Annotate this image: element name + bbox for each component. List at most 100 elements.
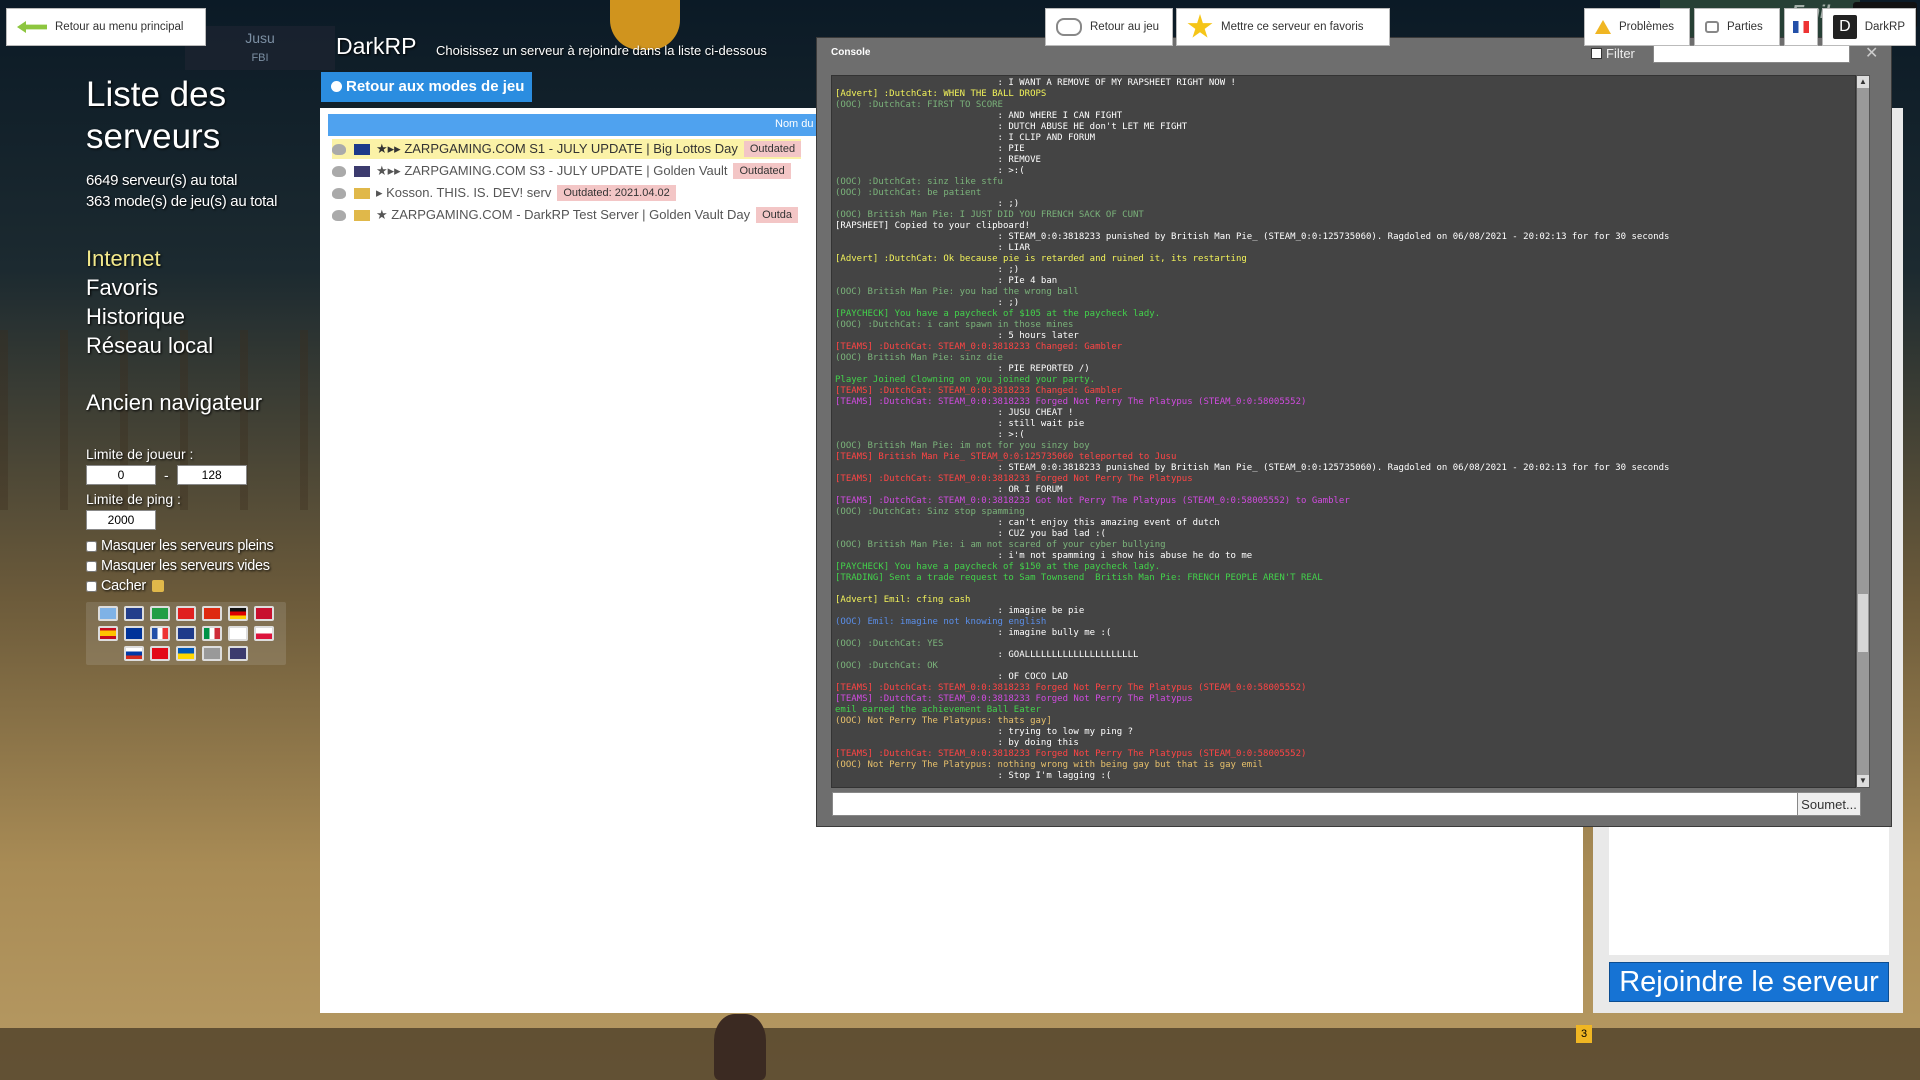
- flag-unknown-icon[interactable]: [202, 646, 222, 661]
- player-max-input[interactable]: [176, 465, 247, 485]
- filter-input[interactable]: [1653, 45, 1850, 63]
- flag-usa-icon[interactable]: [228, 646, 248, 661]
- console-line: (OOC) :DutchCat: Sinz stop spamming: [835, 507, 1025, 517]
- back-to-gamemodes-button[interactable]: Retour aux modes de jeu: [321, 72, 532, 102]
- join-server-button[interactable]: Rejoindre le serveur: [1609, 962, 1889, 1002]
- filter-label: Filter: [1606, 46, 1635, 61]
- console-line: : by doing this: [835, 738, 1079, 748]
- flag-china-icon[interactable]: [202, 606, 222, 621]
- flag-germany-icon[interactable]: [228, 606, 248, 621]
- nav-favorites[interactable]: Favoris: [86, 273, 306, 302]
- server-row[interactable]: ★ ZARPGAMING.COM - DarkRP Test Server | …: [332, 205, 799, 225]
- games-button[interactable]: Parties: [1694, 8, 1780, 46]
- range-separator: -: [164, 467, 169, 483]
- console-command-input[interactable]: [832, 792, 1800, 816]
- player-min-input[interactable]: [86, 465, 156, 485]
- favorite-heart-icon[interactable]: [332, 165, 346, 177]
- hide-full-checkbox[interactable]: [86, 540, 97, 552]
- server-row[interactable]: ★▸▸ ZARPGAMING.COM S1 - JULY UPDATE | Bi…: [332, 139, 802, 159]
- bottom-bar: [0, 1028, 1920, 1080]
- flag-korea-icon[interactable]: [228, 626, 248, 641]
- console-line: [TEAMS] :DutchCat: STEAM_0:0:3818233 For…: [835, 683, 1307, 693]
- flag-ukraine-icon[interactable]: [176, 646, 196, 661]
- server-name: ▸ Kosson. THIS. IS. DEV! serv: [376, 185, 552, 200]
- console-line: : >:(: [835, 430, 1025, 440]
- console-line: [Advert] Emil: cfing cash: [835, 595, 971, 605]
- back-arrow-icon: [17, 21, 47, 33]
- sidebar: Liste des serveurs 6649 serveur(s) au to…: [86, 74, 306, 665]
- hide-empty-checkbox[interactable]: [86, 560, 97, 572]
- flag-italy-icon[interactable]: [202, 626, 222, 641]
- server-row[interactable]: ★▸▸ ZARPGAMING.COM S3 - JULY UPDATE | Go…: [332, 161, 791, 181]
- console-line: (OOC) British Man Pie: you had the wrong…: [835, 287, 1079, 297]
- console-line: [TRADING] Sent a trade request to Sam To…: [835, 573, 1323, 583]
- flag-spain-icon[interactable]: [98, 626, 118, 641]
- lock-icon: [354, 187, 370, 199]
- console-line: (OOC) Not Perry The Platypus: thats gay]: [835, 716, 1052, 726]
- scroll-up-icon[interactable]: ▲: [1857, 76, 1869, 88]
- nav-history[interactable]: Historique: [86, 302, 306, 331]
- back-to-game-label: Retour au jeu: [1090, 21, 1160, 33]
- flag-uk-icon[interactable]: [176, 626, 196, 641]
- scroll-down-icon[interactable]: ▼: [1857, 775, 1869, 787]
- favorite-heart-icon[interactable]: [332, 143, 346, 155]
- console-line: : imagine bully me :(: [835, 628, 1112, 638]
- flag-france-icon[interactable]: [150, 626, 170, 641]
- flag-russia-icon[interactable]: [124, 646, 144, 661]
- hud-player-tag: Jusu FBI: [185, 26, 335, 70]
- legacy-browser-link[interactable]: Ancien navigateur: [86, 390, 306, 416]
- lock-icon: [151, 580, 164, 592]
- flag-poland-icon[interactable]: [254, 626, 274, 641]
- console-submit-button[interactable]: Soumet...: [1797, 792, 1861, 816]
- console-line: : ;): [835, 265, 1020, 275]
- column-name-header[interactable]: Nom du: [775, 118, 814, 130]
- console-line: : I CLIP AND FORUM: [835, 133, 1096, 143]
- add-favorite-button[interactable]: Mettre ce serveur en favoris: [1176, 8, 1390, 46]
- hide-full-option[interactable]: Masquer les serveurs pleins: [86, 536, 306, 556]
- console-line: (OOC) :DutchCat: be patient: [835, 188, 982, 198]
- gamemode-count: 363 mode(s) de jeu(s) au total: [86, 193, 278, 210]
- gamemode-button[interactable]: D DarkRP: [1822, 8, 1916, 46]
- flag-turkey-icon[interactable]: [150, 646, 170, 661]
- console-line: : CUZ you bad lad :(: [835, 529, 1106, 539]
- back-main-menu-button[interactable]: Retour au menu principal: [6, 8, 206, 46]
- back-to-game-button[interactable]: Retour au jeu: [1045, 8, 1173, 46]
- server-row[interactable]: ▸ Kosson. THIS. IS. DEV! serv Outdated: …: [332, 183, 676, 203]
- darkrp-logo-icon: D: [1833, 15, 1857, 39]
- ping-limit-input[interactable]: [86, 510, 156, 530]
- problems-count-badge: 3: [1576, 1025, 1592, 1043]
- problems-button[interactable]: Problèmes: [1584, 8, 1690, 46]
- gamepad-icon: [1056, 18, 1082, 36]
- star-icon: [1187, 14, 1213, 38]
- hide-locked-label: Cacher: [101, 578, 146, 594]
- favorite-heart-icon[interactable]: [332, 187, 346, 199]
- flag-canada-icon[interactable]: [176, 606, 196, 621]
- favorite-heart-icon[interactable]: [332, 209, 346, 221]
- hide-locked-option[interactable]: Cacher: [86, 576, 306, 596]
- console-line: emil earned the achievement Ball Eater: [835, 705, 1041, 715]
- console-scrollbar[interactable]: ▲ ▼: [1856, 75, 1870, 788]
- flag-denmark-icon[interactable]: [254, 606, 274, 621]
- scroll-thumb[interactable]: [1858, 594, 1868, 652]
- nav-lan[interactable]: Réseau local: [86, 331, 306, 360]
- flag-brazil-icon[interactable]: [150, 606, 170, 621]
- nav-internet[interactable]: Internet: [86, 244, 306, 273]
- console-line: [Advert] :DutchCat: Ok because pie is re…: [835, 254, 1247, 264]
- flag-australia-icon[interactable]: [124, 606, 144, 621]
- flag-eu-icon[interactable]: [124, 626, 144, 641]
- close-icon[interactable]: ✕: [1865, 43, 1878, 63]
- gamemode-subtitle: Choisissez un serveur à rejoindre dans l…: [436, 43, 767, 58]
- flag-argentina-icon[interactable]: [98, 606, 118, 621]
- console-log: : I WANT A REMOVE OF MY RAPSHEET RIGHT N…: [831, 75, 1856, 788]
- console-line: : OR I FORUM: [835, 485, 1063, 495]
- console-line: : i'm not spamming i show his abuse he d…: [835, 551, 1253, 561]
- console-line: (OOC) :DutchCat: i cant spawn in those m…: [835, 320, 1074, 330]
- filter-checkbox[interactable]: [1591, 48, 1602, 59]
- hide-empty-option[interactable]: Masquer les serveurs vides: [86, 556, 306, 576]
- hide-locked-checkbox[interactable]: [86, 580, 97, 592]
- gamemode-title: DarkRP: [336, 33, 417, 59]
- console-line: (OOC) :DutchCat: YES: [835, 639, 944, 649]
- language-button[interactable]: [1784, 8, 1818, 46]
- filter-toggle[interactable]: Filter: [1591, 46, 1635, 61]
- console-line: [TEAMS] :DutchCat: STEAM_0:0:3818233 For…: [835, 397, 1307, 407]
